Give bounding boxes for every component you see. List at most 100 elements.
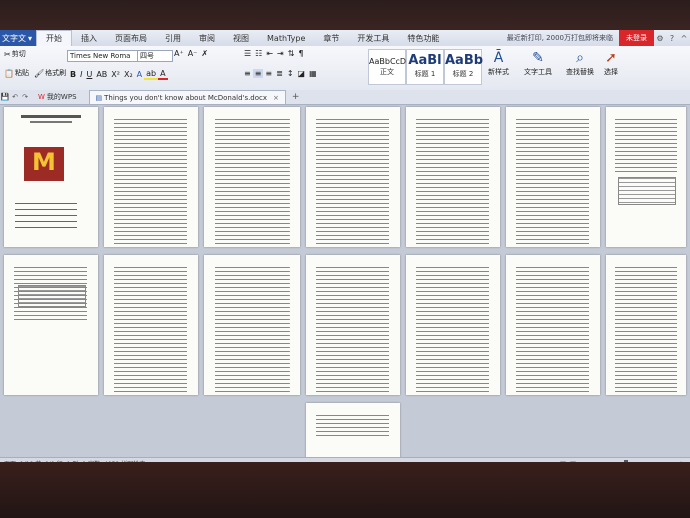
paragraph-row-bottom: ≡ ≡ ≡ ≣ ↕ ◪ ▦ bbox=[242, 69, 319, 78]
find-replace-button[interactable]: ⌕ 查找替换 bbox=[566, 49, 594, 77]
text-tools-button[interactable]: ✎ 文字工具 bbox=[524, 49, 552, 77]
new-style-icon: Ā bbox=[493, 50, 504, 66]
line-spacing-icon[interactable]: ↕ bbox=[285, 69, 296, 78]
app-menu-label: 文字文 bbox=[2, 33, 26, 43]
promo-text[interactable]: 最近新打印, 2000万打包即将来临 bbox=[501, 33, 619, 43]
show-marks-icon[interactable]: ¶ bbox=[296, 49, 305, 58]
numbered-list-icon[interactable]: ☷ bbox=[253, 49, 264, 58]
page-thumbnail[interactable] bbox=[204, 255, 300, 395]
login-button[interactable]: 未登录 bbox=[619, 30, 654, 46]
monitor-bezel-bottom bbox=[0, 462, 690, 518]
new-tab-icon[interactable]: + bbox=[292, 92, 300, 102]
paragraph-row-top: ☰ ☷ ⇤ ⇥ ⇅ ¶ bbox=[242, 49, 306, 58]
bullet-list-icon[interactable]: ☰ bbox=[242, 49, 253, 58]
shrink-font-icon[interactable]: A⁻ bbox=[186, 49, 200, 58]
tab-my-wps[interactable]: W 我的WPS bbox=[30, 92, 85, 102]
font-name-select[interactable]: Times New Roma bbox=[67, 50, 139, 62]
align-center-icon[interactable]: ≡ bbox=[252, 69, 264, 78]
scissors-icon: ✂ bbox=[4, 49, 11, 59]
page-thumbnail[interactable] bbox=[204, 107, 300, 247]
tab-document[interactable]: ▤ Things you don't know about McDonald's… bbox=[88, 90, 286, 104]
screen: 文字文 ▾ 开始 插入 页面布局 引用 审阅 视图 MathType 章节 开发… bbox=[0, 30, 690, 468]
subscript-icon[interactable]: X₂ bbox=[122, 70, 135, 79]
document-icon: ▤ bbox=[95, 93, 103, 102]
page-thumbnail[interactable] bbox=[306, 255, 400, 395]
tab-home[interactable]: 开始 bbox=[36, 30, 73, 47]
sort-icon[interactable]: ⇅ bbox=[286, 49, 297, 58]
menu-bar: 文字文 ▾ 开始 插入 页面布局 引用 审阅 视图 MathType 章节 开发… bbox=[0, 30, 690, 47]
page-thumbnail[interactable] bbox=[506, 107, 600, 247]
page-thumbnail[interactable] bbox=[406, 255, 500, 395]
new-style-button[interactable]: Ā 新样式 bbox=[488, 49, 509, 77]
tab-developer[interactable]: 开发工具 bbox=[348, 30, 398, 46]
page-thumbnail[interactable] bbox=[104, 107, 198, 247]
grow-font-icon[interactable]: A⁺ bbox=[172, 49, 186, 58]
undo-icon[interactable]: ↶ bbox=[10, 93, 20, 101]
page-thumbnail[interactable] bbox=[306, 107, 400, 247]
save-icon[interactable]: 💾 bbox=[0, 93, 10, 101]
tab-features[interactable]: 特色功能 bbox=[398, 30, 448, 46]
format-painter-button[interactable]: 🖌 格式刷 bbox=[34, 68, 66, 78]
page-thumbnail[interactable] bbox=[606, 255, 686, 395]
font-size-controls: A⁺ A⁻ ✗ bbox=[172, 49, 210, 58]
tab-review[interactable]: 审阅 bbox=[190, 30, 224, 46]
wps-logo-icon: W bbox=[38, 93, 45, 101]
settings-icon[interactable]: ⚙ bbox=[654, 34, 666, 43]
tab-view[interactable]: 视图 bbox=[224, 30, 258, 46]
select-button[interactable]: ➚ 选择 bbox=[604, 49, 618, 77]
document-tab-bar: 💾 ↶ ↷ W 我的WPS ▤ Things you don't know ab… bbox=[0, 90, 690, 105]
search-icon: ⌕ bbox=[576, 50, 584, 66]
help-icon[interactable]: ? bbox=[666, 34, 678, 43]
tab-insert[interactable]: 插入 bbox=[72, 30, 106, 46]
chevron-down-icon: ▾ bbox=[28, 33, 33, 43]
page-thumbnail-cover[interactable]: M bbox=[4, 107, 98, 247]
paste-button[interactable]: 📋 粘贴 bbox=[4, 68, 29, 78]
menu-right: 最近新打印, 2000万打包即将来临 未登录 ⚙ ? ^ bbox=[501, 30, 690, 46]
text-tools-icon: ✎ bbox=[532, 50, 544, 66]
document-canvas[interactable]: M bbox=[0, 105, 690, 457]
mcdonalds-logo-icon: M bbox=[24, 147, 64, 181]
cut-button[interactable]: ✂ 剪切 bbox=[4, 49, 26, 59]
decrease-indent-icon[interactable]: ⇤ bbox=[264, 49, 275, 58]
font-size-select[interactable]: 四号 bbox=[137, 50, 173, 62]
page-thumbnail[interactable] bbox=[406, 107, 500, 247]
strikethrough-icon[interactable]: AB bbox=[94, 70, 109, 79]
brush-icon: 🖌 bbox=[34, 68, 45, 78]
align-right-icon[interactable]: ≡ bbox=[263, 69, 274, 78]
tab-chapter[interactable]: 章节 bbox=[314, 30, 348, 46]
align-left-icon[interactable]: ≡ bbox=[242, 69, 253, 78]
borders-icon[interactable]: ▦ bbox=[307, 69, 319, 78]
page-thumbnail[interactable] bbox=[4, 255, 98, 395]
font-color-icon[interactable]: A bbox=[158, 69, 168, 80]
bold-icon[interactable]: B bbox=[68, 70, 78, 79]
tab-page-layout[interactable]: 页面布局 bbox=[106, 30, 156, 46]
page-thumbnail[interactable] bbox=[506, 255, 600, 395]
justify-icon[interactable]: ≣ bbox=[274, 69, 285, 78]
superscript-icon[interactable]: X² bbox=[109, 70, 122, 79]
font-style-row: B I U AB X² X₂ A ab A bbox=[68, 69, 168, 80]
style-heading-2[interactable]: AaBb 标题 2 bbox=[444, 49, 483, 85]
table-thumbnail bbox=[18, 285, 86, 307]
page-thumbnail[interactable] bbox=[606, 107, 686, 247]
text-effect-icon[interactable]: A bbox=[135, 70, 144, 79]
cursor-icon: ➚ bbox=[605, 50, 617, 66]
clipboard-icon: 📋 bbox=[4, 68, 14, 78]
app-menu-button[interactable]: 文字文 ▾ bbox=[0, 30, 37, 46]
clear-format-icon[interactable]: ✗ bbox=[199, 49, 210, 58]
style-normal[interactable]: AaBbCcDd 正文 bbox=[368, 49, 411, 85]
tab-mathtype[interactable]: MathType bbox=[258, 30, 314, 46]
collapse-ribbon-icon[interactable]: ^ bbox=[678, 34, 690, 43]
page-thumbnail[interactable] bbox=[104, 255, 198, 395]
highlight-icon[interactable]: ab bbox=[144, 69, 159, 80]
increase-indent-icon[interactable]: ⇥ bbox=[275, 49, 286, 58]
style-heading-1[interactable]: AaBl 标题 1 bbox=[406, 49, 444, 85]
ribbon-toolbar: ✂ 剪切 📋 粘贴 🖌 格式刷 Times New Roma 四号 A⁺ A⁻ … bbox=[0, 46, 690, 91]
redo-icon[interactable]: ↷ bbox=[20, 93, 30, 101]
shading-icon[interactable]: ◪ bbox=[296, 69, 308, 78]
table-thumbnail bbox=[618, 177, 676, 205]
underline-icon[interactable]: U bbox=[84, 70, 94, 79]
page-thumbnail[interactable] bbox=[306, 403, 400, 457]
monitor-bezel-top bbox=[0, 0, 690, 30]
tab-references[interactable]: 引用 bbox=[156, 30, 190, 46]
close-tab-icon[interactable]: × bbox=[273, 94, 279, 102]
